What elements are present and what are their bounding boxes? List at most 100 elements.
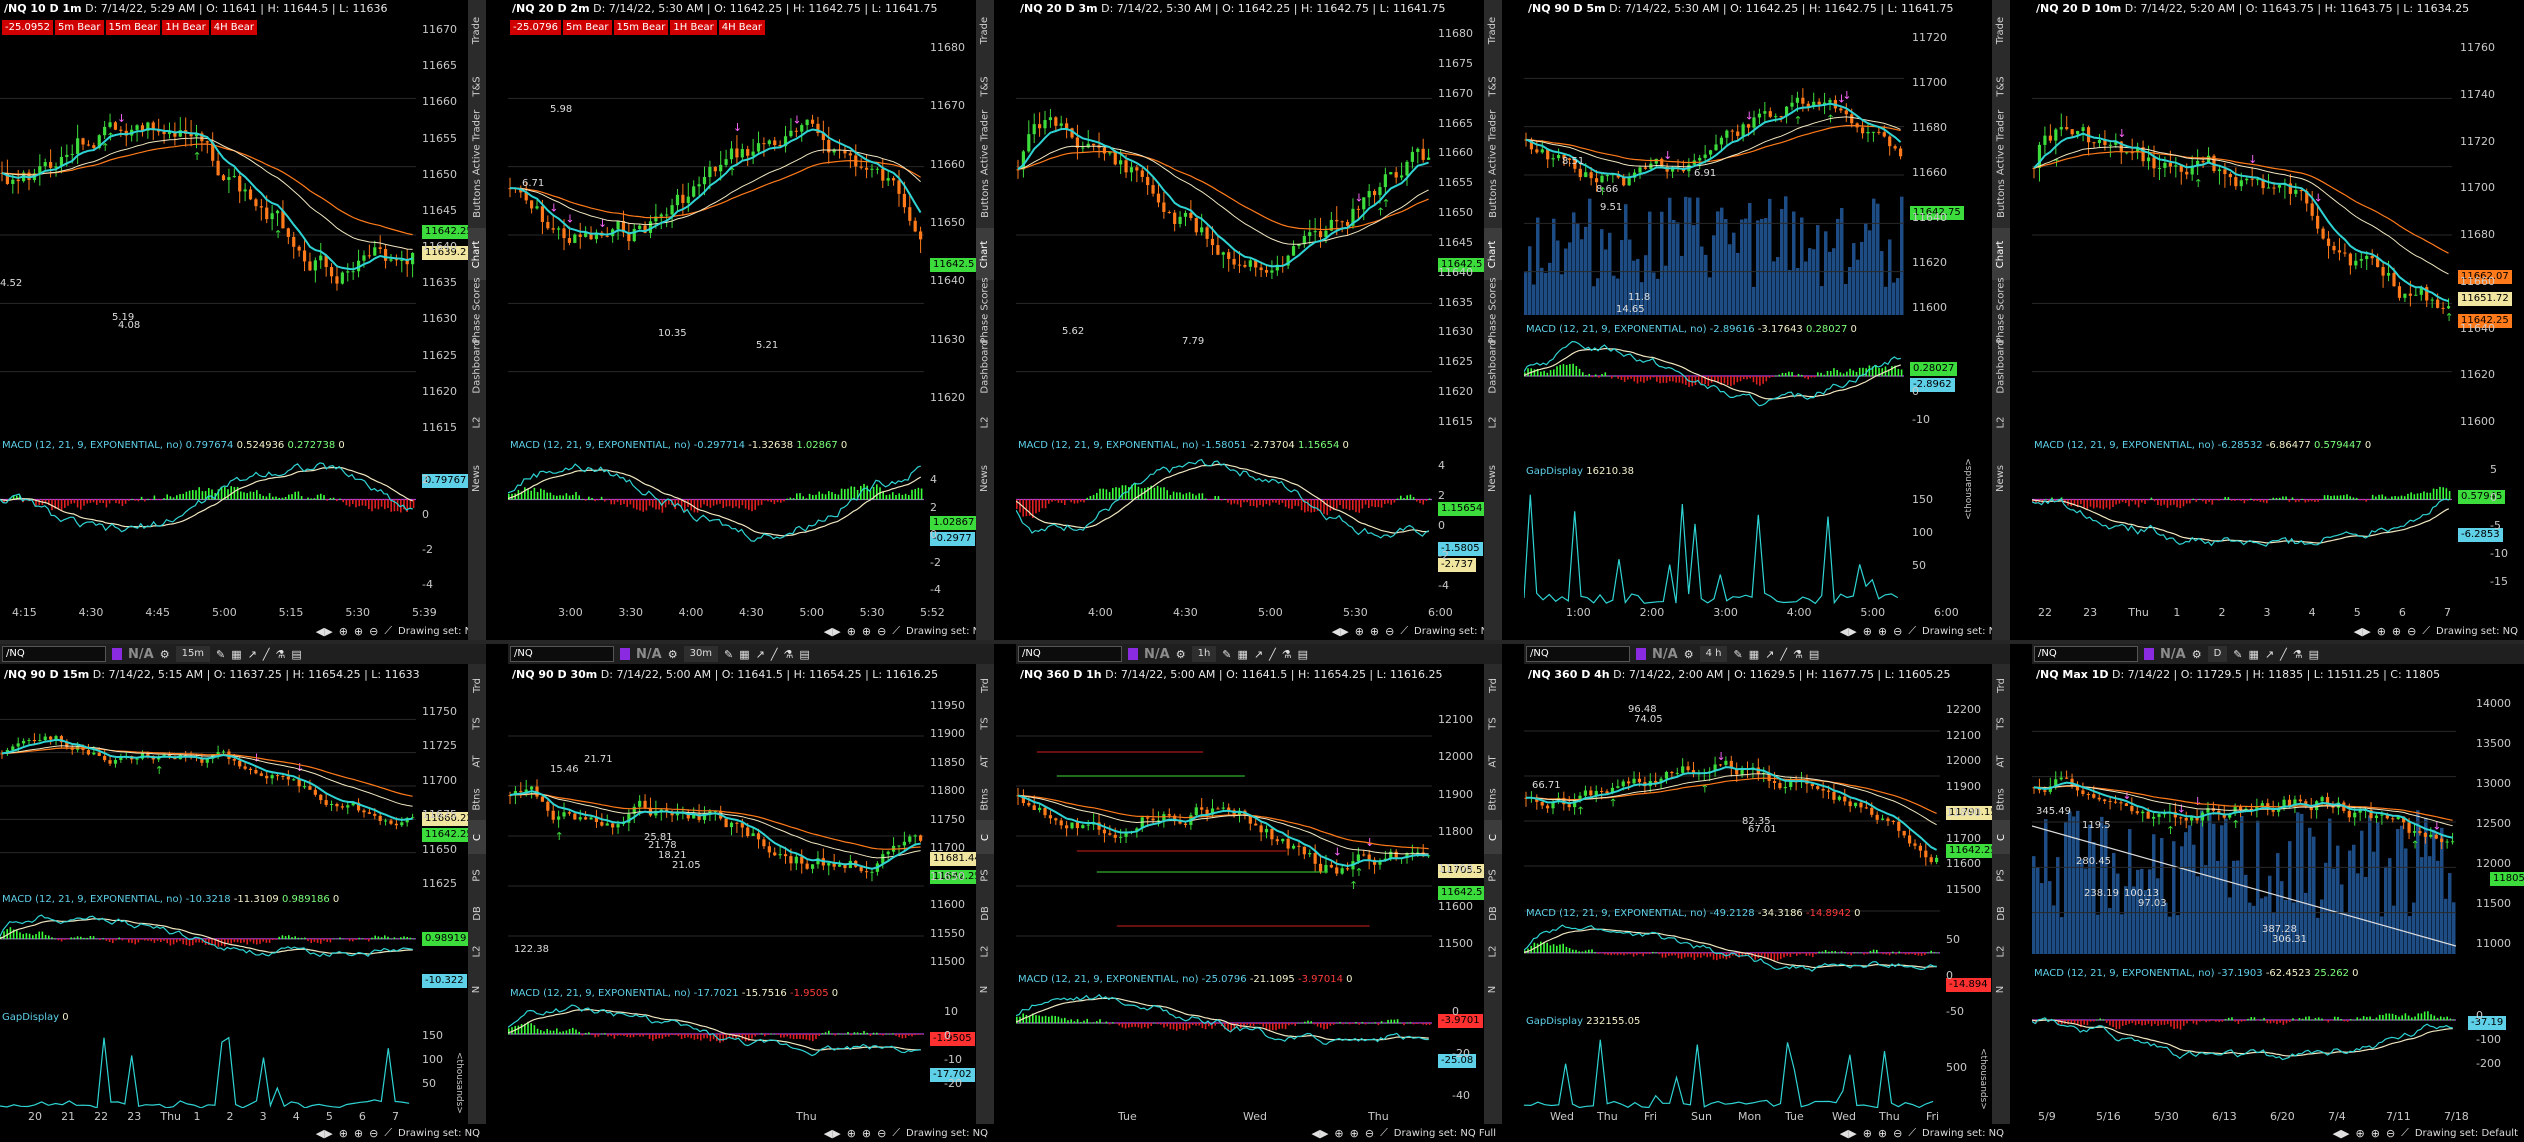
drawing-line-icon[interactable]: ╱	[1269, 648, 1276, 661]
tab-db[interactable]: DB	[1992, 896, 2010, 930]
tab-l2[interactable]: L2	[1992, 396, 2010, 448]
tab-at[interactable]: AT	[1992, 744, 2010, 778]
tab-news[interactable]: News	[1992, 452, 2010, 504]
tab-at[interactable]: AT	[976, 744, 994, 778]
tab-l2[interactable]: L2	[976, 396, 994, 448]
tab-chart[interactable]: Chart	[1484, 228, 1502, 280]
tab-c[interactable]: C	[468, 820, 486, 854]
gear-icon[interactable]: ⚙	[160, 648, 170, 661]
drawing-set-label[interactable]: Drawing set: NQ	[906, 1128, 988, 1139]
scroll-arrows-icon[interactable]: ◀▶	[2333, 1127, 2350, 1140]
tab-chart[interactable]: Chart	[976, 228, 994, 280]
link-color-swatch[interactable]	[2144, 648, 2154, 660]
price-chart[interactable]: ↑↓↑↓↓↑	[2032, 30, 2452, 440]
tab-buttons[interactable]: Buttons	[976, 172, 994, 224]
price-chart[interactable]: ↓↓ ↓↑↓↓	[508, 30, 924, 440]
drawing-set-label[interactable]: Drawing set: NQ	[398, 1128, 480, 1139]
scroll-arrows-icon[interactable]: ◀▶	[1311, 1127, 1328, 1140]
pencil-icon[interactable]: ⟋	[384, 1126, 392, 1140]
pointer-icon[interactable]: ↗	[1765, 648, 1774, 661]
pointer-icon[interactable]: ↗	[2265, 648, 2274, 661]
zoom-out-icon[interactable]: ⊖	[369, 625, 378, 638]
zoom-out-icon[interactable]: ⊖	[877, 1127, 886, 1140]
grid-icon[interactable]: ▤	[2309, 648, 2319, 661]
tab-news[interactable]: News	[468, 452, 486, 504]
tab-db[interactable]: DB	[1484, 896, 1502, 930]
tab-trade[interactable]: Trade	[976, 4, 994, 56]
tab-l2[interactable]: L2	[1484, 934, 1502, 968]
tab-phase-scores[interactable]: Phase Scores	[1992, 277, 2010, 343]
pencil-icon[interactable]: ⟋	[1908, 1126, 1916, 1140]
price-chart[interactable]: ↑↑↓↑↑	[0, 30, 416, 440]
zoom-in-icon[interactable]: ⊕	[1370, 625, 1379, 638]
tab-ps[interactable]: PS	[1992, 858, 2010, 892]
scroll-arrows-icon[interactable]: ◀▶	[1332, 625, 1349, 638]
tab-n[interactable]: N	[1484, 972, 1502, 1006]
timeframe-button[interactable]: 1h	[1191, 646, 1217, 662]
drawing-line-icon[interactable]: ╱	[263, 648, 270, 661]
tab-trd[interactable]: Trd	[1992, 668, 2010, 702]
tab-l2[interactable]: L2	[976, 934, 994, 968]
gear-icon[interactable]: ⚙	[1684, 648, 1694, 661]
tab-phase-scores[interactable]: Phase Scores	[1484, 277, 1502, 343]
tab-db[interactable]: DB	[468, 896, 486, 930]
zoom-in-icon[interactable]: ⊕	[354, 1127, 363, 1140]
price-chart[interactable]: ↑	[508, 686, 924, 986]
symbol-input[interactable]: /NQ	[510, 646, 614, 662]
tab-l2[interactable]: L2	[468, 396, 486, 448]
pencil-icon[interactable]: ⟋	[2422, 624, 2430, 638]
tab-db[interactable]: DB	[976, 896, 994, 930]
pencil-icon[interactable]: ⟋	[1400, 624, 1408, 638]
tab-ts[interactable]: TS	[1484, 706, 1502, 740]
drawing-set-label[interactable]: Drawing set: NQ	[1922, 1128, 2004, 1139]
tab-n[interactable]: N	[1992, 972, 2010, 1006]
timeframe-button[interactable]: 4 h	[1699, 646, 1728, 662]
symbol-input[interactable]: /NQ	[1526, 646, 1630, 662]
pencil-icon[interactable]: ⟋	[892, 1126, 900, 1140]
tab-active-trader[interactable]: Active Trader	[1484, 109, 1502, 175]
scroll-arrows-icon[interactable]: ◀▶	[1840, 1127, 1857, 1140]
tab-trd[interactable]: Trd	[1484, 668, 1502, 702]
zoom-in-icon[interactable]: ⊕	[354, 625, 363, 638]
gear-icon[interactable]: ⚙	[668, 648, 678, 661]
tab-l2[interactable]: L2	[468, 934, 486, 968]
pencil-icon[interactable]: ⟋	[2401, 1126, 2409, 1140]
flask-icon[interactable]: ⚗	[784, 648, 794, 661]
grid-icon[interactable]: ▤	[291, 648, 301, 661]
gear-icon[interactable]: ⚙	[2192, 648, 2202, 661]
symbol-input[interactable]: /NQ	[2034, 646, 2138, 662]
tab-buttons[interactable]: Buttons	[1992, 172, 2010, 224]
tab-trade[interactable]: Trade	[1992, 4, 2010, 56]
link-color-swatch[interactable]	[1636, 648, 1646, 660]
studies-icon[interactable]: ▦	[1749, 648, 1759, 661]
tab-dashboard[interactable]: Dashboard	[976, 339, 994, 393]
gear-icon[interactable]: ⚙	[1176, 648, 1186, 661]
crosshair-icon[interactable]: ⊕	[339, 1127, 348, 1140]
zoom-out-icon[interactable]: ⊖	[1365, 1127, 1374, 1140]
tab-c[interactable]: C	[1484, 820, 1502, 854]
tab-btns[interactable]: Btns	[1484, 782, 1502, 816]
tab-buttons[interactable]: Buttons	[1484, 172, 1502, 224]
tab-dashboard[interactable]: Dashboard	[1484, 339, 1502, 393]
studies-icon[interactable]: ▦	[1238, 648, 1248, 661]
zoom-out-icon[interactable]: ⊖	[2407, 625, 2416, 638]
style-icon[interactable]: ✎	[2233, 648, 2242, 661]
tab-active-trader[interactable]: Active Trader	[468, 109, 486, 175]
tab-trd[interactable]: Trd	[468, 668, 486, 702]
zoom-in-icon[interactable]: ⊕	[1878, 1127, 1887, 1140]
studies-icon[interactable]: ▦	[739, 648, 749, 661]
tab-ps[interactable]: PS	[468, 858, 486, 892]
zoom-in-icon[interactable]: ⊕	[1878, 625, 1887, 638]
tab-t-s[interactable]: T&S	[1992, 60, 2010, 112]
zoom-out-icon[interactable]: ⊖	[877, 625, 886, 638]
tab-n[interactable]: N	[976, 972, 994, 1006]
drawing-set-label[interactable]: Drawing set: NQ	[2436, 626, 2518, 637]
crosshair-icon[interactable]: ⊕	[1334, 1127, 1343, 1140]
grid-icon[interactable]: ▤	[799, 648, 809, 661]
flask-icon[interactable]: ⚗	[1282, 648, 1292, 661]
flask-icon[interactable]: ⚗	[2293, 648, 2303, 661]
tab-chart[interactable]: Chart	[468, 228, 486, 280]
tab-trade[interactable]: Trade	[1484, 4, 1502, 56]
tab-at[interactable]: AT	[1484, 744, 1502, 778]
tab-news[interactable]: News	[976, 452, 994, 504]
